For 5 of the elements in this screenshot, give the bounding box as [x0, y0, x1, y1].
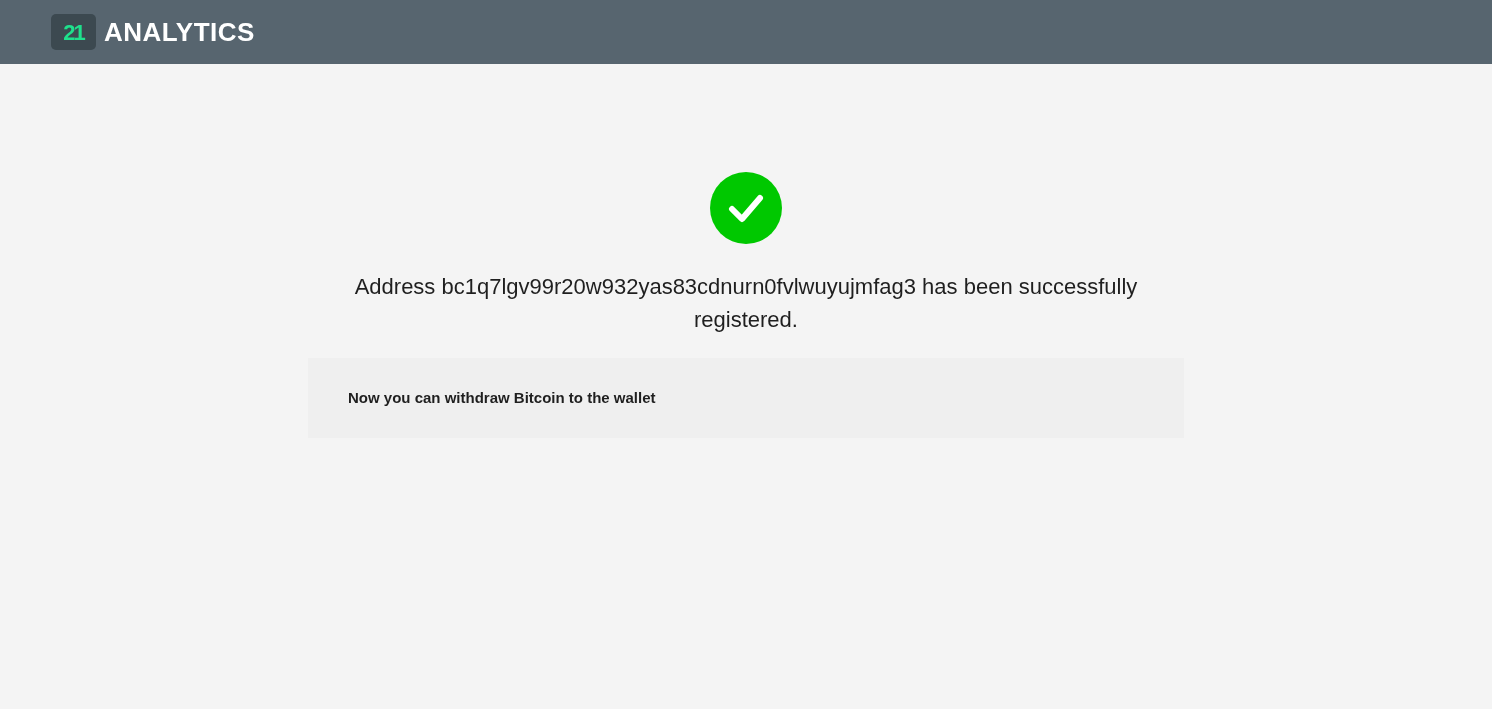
check-circle-icon [710, 172, 782, 244]
note-text: Now you can withdraw Bitcoin to the wallet [348, 387, 656, 408]
logo-badge: 21 [51, 14, 96, 50]
logo-text: ANALYTICS [104, 15, 255, 49]
success-message: Address bc1q7lgv99r20w932yas83cdnurn0fvlwuyujmfag3 has been successfully registered. [353, 273, 1139, 334]
